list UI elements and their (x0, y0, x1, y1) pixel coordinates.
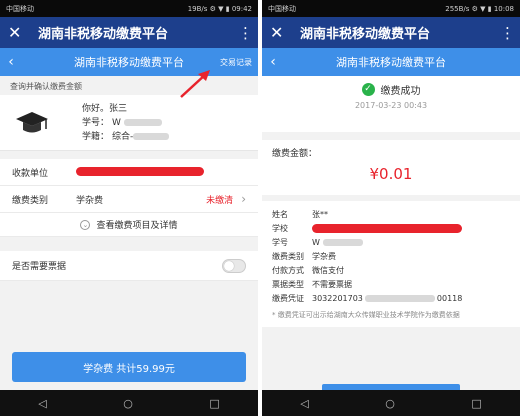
redacted-blur (364, 294, 435, 302)
field-label: 学号 (272, 237, 288, 247)
more-vert-icon[interactable]: ⋮ (500, 24, 515, 42)
amount-box: 缴费金额： ¥0.01 (262, 140, 520, 195)
field-value-suffix: 00118 (436, 293, 463, 303)
field-label: 学校 (272, 223, 288, 233)
receipt-row: 是否需要票据 (0, 251, 258, 281)
payee-label: 收款单位 (12, 168, 49, 179)
title-bar: ✕ 湖南非税移动缴费平台 ⋮ (0, 17, 258, 48)
redacted-mark (312, 223, 462, 233)
recents-square-icon[interactable]: □ (471, 397, 481, 410)
redacted-blur (123, 118, 162, 126)
back-triangle-icon[interactable]: ◁ (38, 397, 46, 410)
annotation-arrow-icon (180, 70, 210, 98)
user-card: 你好。张三 学号： W 学籍： 综合- (0, 95, 258, 151)
check-circle-icon: ✓ (361, 83, 375, 96)
student-id-label: 学号： (82, 117, 110, 128)
field-value: W (312, 237, 320, 247)
student-id-value: W (112, 117, 121, 128)
field-label: 缴费凭证 (272, 293, 304, 303)
voucher-note: * 缴费凭证可出示给湖南大众传媒职业技术学院作为缴费依据 (272, 311, 460, 319)
payment-details: 姓名 张** 学校 学号 W 缴费类别 学杂费 付款方式 微信支付 票据类型 不… (262, 201, 520, 327)
category-label: 缴费类别 (12, 195, 49, 206)
detail-row: 学校 (272, 221, 510, 235)
status-bar: 中国移动 255B/s ⚙ ▼ ▮ 10:08 (262, 0, 520, 17)
graduation-cap-icon (12, 103, 52, 143)
transaction-records-link[interactable]: 交易记录 (220, 57, 252, 68)
status-icons: 19B/s ⚙ ▼ ▮ 09:42 (187, 4, 252, 13)
page-title: 湖南非税移动缴费平台 (336, 56, 446, 69)
field-label: 票据类型 (272, 279, 304, 289)
page-header: ‹ 湖南非税移动缴费平台 (262, 48, 520, 76)
redacted-blur (322, 238, 363, 246)
more-vert-icon[interactable]: ⋮ (238, 24, 253, 42)
amount-label: 缴费金额： (272, 149, 318, 159)
view-details-button[interactable]: ⌄ 查看缴费项目及详情 (0, 213, 258, 237)
redacted-mark (76, 167, 204, 176)
app-title: 湖南非税移动缴费平台 (38, 27, 169, 42)
view-details-label: 查看缴费项目及详情 (96, 221, 178, 231)
category-status: 未缴清 (206, 195, 234, 206)
payment-time: 2017-03-23 00:43 (354, 101, 428, 110)
android-nav-bar: ◁ ○ □ (262, 390, 520, 416)
carrier-label: 中国移动 (6, 4, 34, 13)
status-bar: 中国移动 19B/s ⚙ ▼ ▮ 09:42 (0, 0, 258, 17)
receipt-label: 是否需要票据 (12, 262, 67, 272)
field-value: 学杂费 (312, 251, 336, 261)
field-label: 姓名 (272, 209, 288, 219)
carrier-label: 中国移动 (268, 4, 296, 13)
detail-row: 学号 W (272, 235, 510, 249)
right-phone-screen: 中国移动 255B/s ⚙ ▼ ▮ 10:08 ✕ 湖南非税移动缴费平台 ⋮ ‹… (262, 0, 520, 416)
field-value: 3032201703 (312, 293, 363, 303)
field-value: 微信支付 (312, 265, 344, 275)
receipt-toggle[interactable] (222, 258, 246, 273)
detail-row: 付款方式 微信支付 (272, 263, 510, 277)
back-triangle-icon[interactable]: ◁ (300, 397, 308, 410)
field-value: 不需要票据 (312, 279, 352, 289)
chevron-down-icon: ⌄ (80, 219, 91, 230)
success-panel: ✓ 缴费成功 2017-03-23 00:43 (262, 76, 520, 132)
status-icons: 255B/s ⚙ ▼ ▮ 10:08 (445, 4, 514, 13)
recents-square-icon[interactable]: □ (209, 397, 219, 410)
detail-row: 缴费凭证 3032201703 00118 (272, 291, 510, 305)
category-row[interactable]: 缴费类别 学杂费 未缴清 › (0, 186, 258, 213)
chevron-left-icon[interactable]: ‹ (262, 54, 284, 70)
field-label: 付款方式 (272, 265, 304, 275)
pay-button[interactable]: 学杂费 共计59.99元 (12, 352, 246, 382)
school-label: 学籍： (82, 131, 110, 142)
redacted-blur (133, 132, 170, 140)
close-icon[interactable]: ✕ (8, 23, 36, 42)
app-title: 湖南非税移动缴费平台 (300, 27, 431, 42)
page-header: ‹ 湖南非税移动缴费平台 交易记录 (0, 48, 258, 76)
detail-row: 缴费类别 学杂费 (272, 249, 510, 263)
detail-row: 票据类型 不需要票据 (272, 277, 510, 291)
amount-value: ¥0.01 (369, 165, 413, 183)
left-phone-screen: 中国移动 19B/s ⚙ ▼ ▮ 09:42 ✕ 湖南非税移动缴费平台 ⋮ ‹ … (0, 0, 258, 416)
detail-row: 姓名 张** (272, 207, 510, 221)
home-circle-icon[interactable]: ○ (385, 397, 395, 410)
chevron-left-icon[interactable]: ‹ (0, 54, 22, 70)
success-text: 缴费成功 (380, 86, 421, 97)
close-icon[interactable]: ✕ (270, 23, 298, 42)
field-value: 张** (312, 209, 328, 219)
field-label: 缴费类别 (272, 251, 304, 261)
title-bar: ✕ 湖南非税移动缴费平台 ⋮ (262, 17, 520, 48)
home-circle-icon[interactable]: ○ (123, 397, 133, 410)
chevron-right-icon: › (241, 192, 246, 206)
payee-row: 收款单位 (0, 159, 258, 186)
school-value: 综合- (112, 131, 134, 142)
section-label: 查询并确认缴费金额 (0, 76, 258, 95)
user-greeting: 你好。张三 (82, 103, 128, 114)
android-nav-bar: ◁ ○ □ (0, 390, 258, 416)
category-value: 学杂费 (76, 195, 104, 206)
